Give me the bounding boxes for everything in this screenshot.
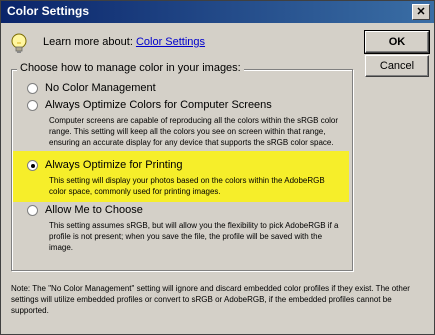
option-label: No Color Management (45, 82, 156, 94)
note-text: Note: The "No Color Management" setting … (11, 284, 410, 315)
dialog-title: Color Settings (7, 4, 90, 18)
radio-no-color-management[interactable] (27, 83, 38, 94)
radio-optimize-printing[interactable] (27, 160, 38, 171)
option-description: This setting assumes sRGB, but will allo… (49, 221, 339, 252)
group-legend: Choose how to manage color in your image… (17, 62, 244, 74)
option-label: Allow Me to Choose (45, 204, 143, 216)
close-icon: ✕ (416, 6, 426, 18)
color-settings-dialog: Color Settings ✕ Learn more about: Color… (0, 0, 435, 335)
option-label: Always Optimize for Printing (45, 159, 183, 171)
radio-optimize-screens[interactable] (27, 100, 38, 111)
close-button[interactable]: ✕ (412, 4, 430, 20)
lightbulb-icon (11, 33, 27, 53)
learn-more-row: Learn more about: Color Settings (43, 36, 205, 48)
option-label: Always Optimize Colors for Computer Scre… (45, 99, 272, 111)
radio-allow-me-to-choose[interactable] (27, 205, 38, 216)
cancel-button[interactable]: Cancel (365, 55, 429, 77)
ok-button[interactable]: OK (364, 30, 430, 54)
color-settings-link[interactable]: Color Settings (136, 36, 205, 48)
option-description: This setting will display your photos ba… (49, 176, 325, 196)
title-bar[interactable]: Color Settings ✕ (1, 1, 434, 23)
option-description: Computer screens are capable of reproduc… (49, 116, 339, 147)
learn-more-label: Learn more about: (43, 36, 133, 48)
